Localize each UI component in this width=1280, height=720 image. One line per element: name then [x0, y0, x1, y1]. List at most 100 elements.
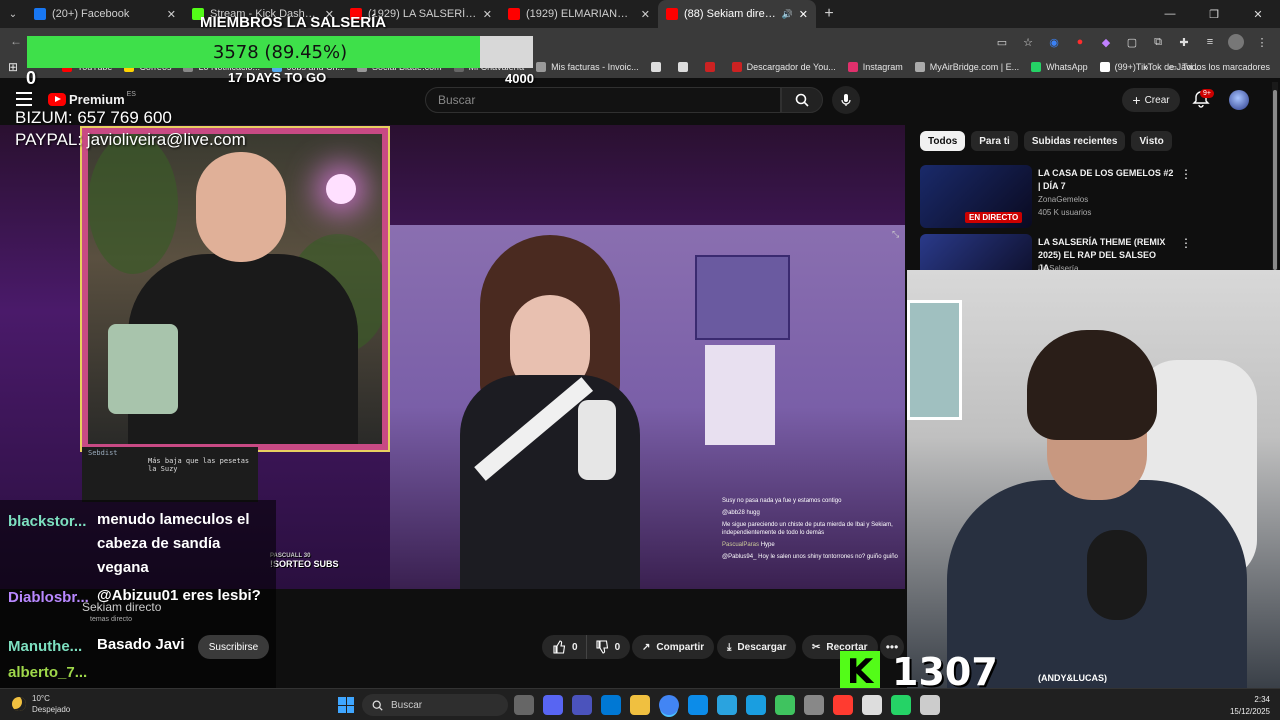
video-chat-message: Hype	[760, 542, 775, 549]
extension-icon[interactable]: ⧉	[1150, 34, 1166, 50]
tab-close-icon[interactable]: ✕	[483, 8, 492, 21]
extension-icon[interactable]: ●	[1072, 34, 1088, 50]
taskbar-app-icon[interactable]	[891, 695, 911, 715]
taskbar-search[interactable]: Buscar	[362, 694, 508, 716]
video-chat-line: Susy no pasa nada ya fue y estamos conti…	[722, 497, 902, 505]
tab-close-icon[interactable]: ✕	[641, 8, 650, 21]
close-window-icon[interactable]: ✕	[1236, 0, 1280, 28]
youtube-header: Premium ES Buscar + Crear 9+	[0, 80, 1280, 120]
bookmark-star-icon[interactable]: ☆	[1020, 34, 1036, 50]
filter-chip[interactable]: Subidas recientes	[1023, 131, 1126, 151]
video-chat-line: @Pablus94_ Hoy le salen unos shiny tonto…	[722, 553, 902, 561]
extension-icon[interactable]: ◆	[1098, 34, 1114, 50]
video-title[interactable]: LA CASA DE LOS GEMELOS #2 | DÍA 7	[1038, 167, 1174, 193]
weather-widget[interactable]: 10°C Despejado	[12, 693, 70, 715]
download-button[interactable]: ⤓ Descargar	[717, 635, 797, 659]
tab-audio-icon[interactable]: 🔊	[782, 9, 793, 20]
video-thumbnail[interactable]: EN DIRECTO	[920, 165, 1032, 228]
guest-hair	[1027, 330, 1157, 440]
streamer-head	[196, 152, 286, 262]
bookmark-item[interactable]	[704, 62, 720, 72]
extension-icon[interactable]: ▢	[1124, 34, 1140, 50]
bookmark-favicon-icon	[731, 62, 742, 72]
youtube-play-icon	[48, 93, 66, 106]
taskbar-app-icon[interactable]	[659, 695, 679, 715]
browser-tab[interactable]: (20+) Facebook ✕	[26, 0, 184, 28]
account-avatar[interactable]	[1229, 90, 1249, 110]
goal-max: 4000	[505, 71, 534, 86]
bizum-info: BIZUM: 657 769 600	[15, 108, 172, 127]
recommended-video[interactable]: EN DIRECTO LA CASA DE LOS GEMELOS #2 | DÍ…	[920, 165, 1270, 229]
hamburger-menu-icon[interactable]	[16, 92, 32, 106]
minimize-icon[interactable]: —	[1148, 0, 1192, 28]
tab-close-icon[interactable]: ✕	[799, 8, 808, 21]
menu-icon[interactable]: ⋮	[1254, 34, 1270, 50]
apps-grid-icon[interactable]: ⊞	[8, 60, 18, 74]
taskbar-app-icon[interactable]	[514, 695, 534, 715]
extension-icon[interactable]: ◉	[1046, 34, 1062, 50]
browser-tab[interactable]: (1929) ELMARIANA ¡RESPONDE ✕	[500, 0, 658, 28]
taskbar-app-icon[interactable]	[601, 695, 621, 715]
taskbar-search-label: Buscar	[391, 699, 423, 711]
taskbar-app-icon[interactable]	[833, 695, 853, 715]
bookmark-item[interactable]: Descargador de You...	[731, 62, 836, 72]
screen-cast-icon[interactable]: ▭	[994, 34, 1010, 50]
search-button[interactable]	[781, 87, 823, 113]
bookmark-label: MyAirBridge.com | E...	[929, 62, 1020, 72]
video-chat-overlay: Susy no pasa nada ya fue y estamos conti…	[722, 497, 902, 566]
taskbar-app-icon[interactable]	[688, 695, 708, 715]
bookmark-item[interactable]	[650, 62, 666, 72]
puzzle-icon[interactable]: ✚	[1176, 34, 1192, 50]
filter-chip[interactable]: Para ti	[971, 131, 1018, 151]
taskbar-app-icon[interactable]	[804, 695, 824, 715]
bookmark-favicon-icon	[847, 62, 858, 72]
bookmark-item[interactable]: Instagram	[847, 62, 903, 72]
expand-icon[interactable]: ⤡	[892, 229, 899, 240]
taskbar-app-icon[interactable]	[543, 695, 563, 715]
search-input[interactable]: Buscar	[425, 87, 781, 113]
system-clock[interactable]: 2:34 15/12/2025	[1230, 694, 1270, 718]
create-button[interactable]: + Crear	[1122, 88, 1180, 112]
sidebar-scrollbar-thumb[interactable]	[1273, 90, 1277, 270]
more-vertical-icon[interactable]: ⋮	[1180, 167, 1192, 181]
maximize-icon[interactable]: ❐	[1192, 0, 1236, 28]
dislike-button[interactable]: 0	[585, 635, 631, 659]
tab-list-icon[interactable]: ≡	[1202, 34, 1218, 50]
goal-progress-text: 3578 (89.45%)	[212, 41, 348, 63]
bookmark-item[interactable]	[677, 62, 693, 72]
taskbar-app-icon[interactable]	[630, 695, 650, 715]
filter-chip[interactable]: Visto	[1131, 131, 1172, 151]
taskbar-app-icon[interactable]	[775, 695, 795, 715]
bookmark-favicon-icon	[704, 62, 715, 72]
taskbar-app-icon[interactable]	[572, 695, 592, 715]
taskbar-app-icon[interactable]	[717, 695, 737, 715]
chat-username: blackstor...	[8, 513, 87, 530]
taskbar-app-icon[interactable]	[746, 695, 766, 715]
bookmark-item[interactable]: WhatsApp	[1031, 62, 1088, 72]
taskbar-app-icon[interactable]	[862, 695, 882, 715]
wall-frame	[705, 345, 775, 445]
tab-search-button[interactable]: ⌄	[0, 1, 26, 27]
profile-icon[interactable]	[1228, 34, 1244, 50]
tab-favicon-icon	[508, 8, 520, 20]
guest-webcam: (ANDY&LUCAS)	[907, 270, 1280, 688]
bookmarks-overflow-icon[interactable]: »	[1143, 62, 1148, 72]
filter-chip[interactable]: Todos	[920, 131, 966, 151]
chat-message: @Abizuu01 eres lesbi?	[97, 587, 261, 604]
share-button[interactable]: ↗ Compartir	[632, 635, 715, 659]
all-bookmarks-link[interactable]: Todos los marcadores	[1182, 62, 1270, 72]
browser-tab[interactable]: (88) Sekiam directo - YouTu 🔊 ✕	[658, 0, 816, 28]
video-channel[interactable]: ZonaGemelos	[1038, 195, 1088, 204]
bookmark-item[interactable]: Mis facturas - Invoic...	[536, 62, 639, 72]
start-button[interactable]	[338, 697, 354, 713]
bookmark-label: Descargador de You...	[746, 62, 836, 72]
bookmark-item[interactable]: MyAirBridge.com | E...	[914, 62, 1020, 72]
like-button[interactable]: 0	[542, 635, 586, 659]
more-vertical-icon[interactable]: ⋮	[1180, 236, 1192, 250]
taskbar-app-icon[interactable]	[920, 695, 940, 715]
voice-search-button[interactable]	[832, 86, 860, 114]
back-icon[interactable]: ←	[10, 34, 22, 48]
youtube-logo[interactable]: Premium ES	[48, 91, 136, 107]
new-tab-button[interactable]: +	[816, 5, 842, 23]
tab-close-icon[interactable]: ✕	[167, 8, 176, 21]
